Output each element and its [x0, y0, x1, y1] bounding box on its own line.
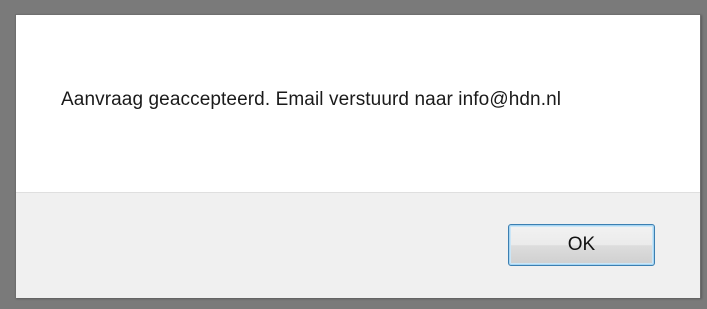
dialog-footer: OK — [16, 192, 700, 298]
dialog-message: Aanvraag geaccepteerd. Email verstuurd n… — [61, 89, 562, 110]
alert-dialog: Aanvraag geaccepteerd. Email verstuurd n… — [15, 14, 701, 298]
dialog-body: Aanvraag geaccepteerd. Email verstuurd n… — [16, 15, 700, 192]
ok-button[interactable]: OK — [508, 224, 655, 266]
